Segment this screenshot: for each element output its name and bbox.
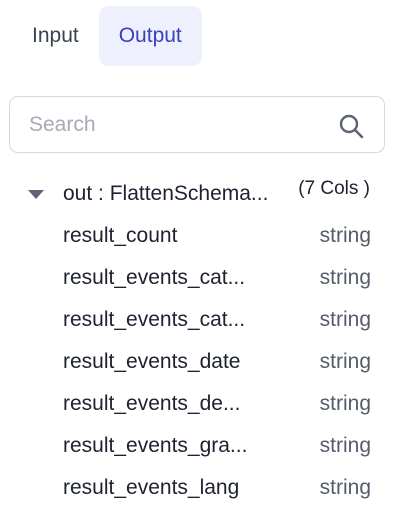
schema-name: out : FlattenSchema... [63, 182, 269, 205]
field-row[interactable]: result_events_date string [63, 347, 371, 377]
field-type: string [319, 392, 371, 415]
field-type: string [319, 266, 371, 289]
field-type: string [319, 476, 371, 499]
field-row[interactable]: result_events_gra... string [63, 431, 371, 461]
field-type: string [319, 308, 371, 331]
field-type: string [319, 224, 371, 247]
field-name: result_events_cat... [63, 266, 246, 289]
tab-output[interactable]: Output [98, 6, 202, 66]
field-type: string [319, 434, 371, 457]
field-name: result_events_lang [63, 476, 240, 499]
field-name: result_events_cat... [63, 308, 246, 331]
tab-input[interactable]: Input [12, 6, 99, 66]
field-row[interactable]: result_count string [63, 221, 371, 251]
search-icon[interactable] [338, 113, 364, 139]
field-name: result_events_date [63, 350, 241, 373]
schema-row[interactable]: out : FlattenSchema... (7 Cols ) [28, 178, 388, 210]
field-name: result_events_gra... [63, 434, 248, 457]
field-row[interactable]: result_events_lang string [63, 473, 371, 503]
field-row[interactable]: result_events_cat... string [63, 263, 371, 293]
search-input[interactable] [10, 111, 331, 138]
column-count: (7 Cols ) [298, 178, 370, 199]
field-name: result_events_de... [63, 392, 241, 415]
caret-down-icon[interactable] [28, 189, 44, 199]
output-panel: Input Output out : FlattenSchema... (7 C… [0, 0, 404, 531]
search-box [9, 96, 385, 153]
field-type: string [319, 350, 371, 373]
field-row[interactable]: result_events_cat... string [63, 305, 371, 335]
field-row[interactable]: result_events_de... string [63, 389, 371, 419]
tab-bar: Input Output [12, 6, 202, 66]
field-name: result_count [63, 224, 178, 247]
